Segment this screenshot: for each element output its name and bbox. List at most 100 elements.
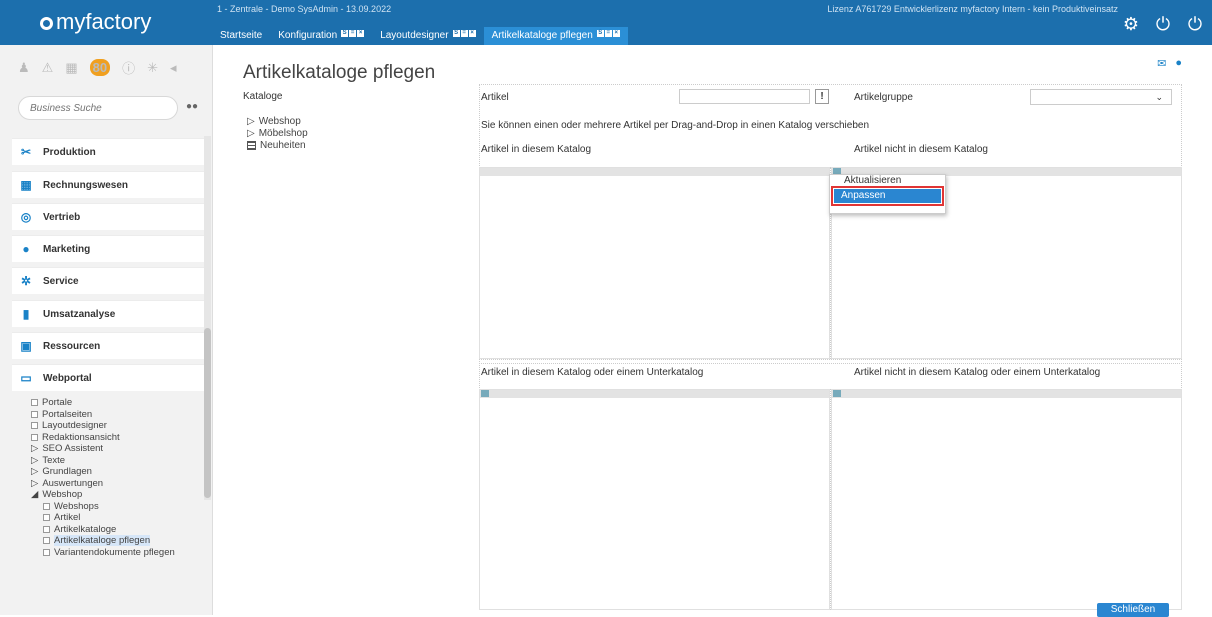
power-icon[interactable]: ⏻ xyxy=(1154,14,1172,35)
tab-controls[interactable]: S = × xyxy=(596,30,620,37)
expand-arrow-icon[interactable]: ▷ xyxy=(31,466,38,477)
tab-controls[interactable]: S = × xyxy=(452,30,476,37)
search-options-icon[interactable]: ●● xyxy=(186,101,198,112)
tab-close-icon[interactable]: × xyxy=(357,30,365,37)
calendar-icon[interactable]: ▦ xyxy=(65,60,77,76)
section-label: Rechnungswesen xyxy=(43,179,129,191)
grid-in-catalog[interactable] xyxy=(479,167,830,359)
sidebar-item-webportal[interactable]: ▭ Webportal xyxy=(12,364,204,391)
catalog-tree: ▷ Webshop ▷ Möbelshop Neuheiten xyxy=(247,115,308,151)
tab-close-icon[interactable]: × xyxy=(468,30,476,37)
logo-mark-icon xyxy=(40,17,53,30)
section-label: Umsatzanalyse xyxy=(43,308,116,320)
search-input[interactable] xyxy=(28,102,172,115)
document-icon xyxy=(43,525,50,533)
messages-icon[interactable]: 80 xyxy=(89,59,111,76)
mail-icon[interactable]: ✉ xyxy=(1157,57,1166,70)
tab-konfiguration[interactable]: Konfiguration S = × xyxy=(270,27,372,45)
tree-item-variantendokumente[interactable]: Variantendokumente pflegen xyxy=(31,547,206,559)
grid-settings-icon[interactable] xyxy=(833,390,841,397)
catalog-label: Möbelshop xyxy=(258,127,308,139)
sidebar-item-ressourcen[interactable]: ▣ Ressourcen xyxy=(12,332,204,359)
catalog-item-neuheiten[interactable]: Neuheiten xyxy=(247,139,308,151)
service-icon: ✲ xyxy=(20,274,32,288)
grid-settings-icon[interactable] xyxy=(481,390,489,397)
tree-label: SEO Assistent xyxy=(42,443,104,455)
tree-item-artikelkataloge-pflegen[interactable]: Artikelkataloge pflegen xyxy=(31,535,206,547)
artikel-lookup-button[interactable]: ! xyxy=(815,89,829,104)
grid-header xyxy=(480,390,829,398)
catalog-label: Neuheiten xyxy=(260,139,306,151)
tree-item-seo-assistent[interactable]: ▷ SEO Assistent xyxy=(31,443,206,455)
tree-item-webshop[interactable]: ◢ Webshop xyxy=(31,489,206,501)
logout-icon[interactable]: ⏻ xyxy=(1186,14,1204,35)
grid-divider xyxy=(830,389,831,610)
tree-label: Variantendokumente pflegen xyxy=(54,546,175,558)
catalog-item-webshop[interactable]: ▷ Webshop xyxy=(247,115,308,127)
grid-label-not-in-catalog: Artikel nicht in diesem Katalog xyxy=(854,144,988,155)
tree-label: Artikelkataloge xyxy=(54,523,117,535)
tree-item-portale[interactable]: Portale xyxy=(31,397,206,409)
grid-in-catalog-sub[interactable] xyxy=(479,389,830,610)
tab-startseite[interactable]: Startseite xyxy=(212,27,270,45)
tree-item-portalseiten[interactable]: Portalseiten xyxy=(31,409,206,421)
document-icon xyxy=(43,514,50,522)
tree-item-layoutdesigner[interactable]: Layoutdesigner xyxy=(31,420,206,432)
grid-not-in-catalog-sub[interactable] xyxy=(831,389,1182,610)
tab-layoutdesigner[interactable]: Layoutdesigner S = × xyxy=(372,27,483,45)
expand-arrow-icon[interactable]: ▷ xyxy=(31,443,38,454)
collapse-arrow-icon[interactable]: ◢ xyxy=(31,489,38,500)
expand-arrow-icon[interactable]: ▷ xyxy=(247,116,255,127)
tab-minimize-icon[interactable]: = xyxy=(349,30,357,37)
tab-refresh-icon[interactable]: S xyxy=(596,30,604,37)
document-icon xyxy=(31,410,38,418)
tab-refresh-icon[interactable]: S xyxy=(341,30,349,37)
tree-item-grundlagen[interactable]: ▷ Grundlagen xyxy=(31,466,206,478)
tree-item-auswertungen[interactable]: ▷ Auswertungen xyxy=(31,478,206,490)
catalog-book-icon xyxy=(247,140,256,150)
help-icon[interactable]: ● xyxy=(1175,57,1182,70)
marketing-icon: ● xyxy=(22,242,30,256)
gear-icon[interactable]: ⚙ xyxy=(1122,14,1140,35)
tree-label: Auswertungen xyxy=(42,477,104,489)
sales-icon: ◎ xyxy=(20,210,32,224)
expand-arrow-icon[interactable]: ▷ xyxy=(247,128,255,139)
menu-item-aktualisieren[interactable]: Aktualisieren xyxy=(844,175,901,186)
tab-minimize-icon[interactable]: = xyxy=(460,30,468,37)
collapse-icon[interactable]: ◂ xyxy=(170,60,177,76)
tab-controls[interactable]: S = × xyxy=(341,30,365,37)
section-label: Webportal xyxy=(43,372,92,384)
sidebar-item-umsatzanalyse[interactable]: ▮ Umsatzanalyse xyxy=(12,300,204,327)
section-label: Vertrieb xyxy=(43,211,81,223)
user-icon[interactable]: ♟ xyxy=(18,60,30,76)
tab-artikelkataloge-pflegen[interactable]: Artikelkataloge pflegen S = × xyxy=(483,27,628,45)
tab-minimize-icon[interactable]: = xyxy=(604,30,612,37)
star-icon[interactable]: ✳ xyxy=(147,60,158,76)
document-icon xyxy=(43,548,50,556)
production-icon: ✂ xyxy=(20,145,32,159)
sidebar-item-marketing[interactable]: ● Marketing xyxy=(12,235,204,262)
tab-label: Startseite xyxy=(220,30,263,41)
warning-icon[interactable]: ⚠ xyxy=(42,60,54,76)
section-divider[interactable] xyxy=(479,359,1182,364)
tab-refresh-icon[interactable]: S xyxy=(452,30,460,37)
sidebar-item-service[interactable]: ✲ Service xyxy=(12,267,204,294)
expand-arrow-icon[interactable]: ▷ xyxy=(31,455,38,466)
tree-item-artikel[interactable]: Artikel xyxy=(31,512,206,524)
sidebar-item-vertrieb[interactable]: ◎ Vertrieb xyxy=(12,203,204,230)
tree-item-webshops[interactable]: Webshops xyxy=(31,501,206,513)
catalog-item-moebelshop[interactable]: ▷ Möbelshop xyxy=(247,127,308,139)
tree-label: Webshop xyxy=(42,489,83,501)
sidebar-item-produktion[interactable]: ✂ Produktion xyxy=(12,138,204,165)
tree-item-texte[interactable]: ▷ Texte xyxy=(31,455,206,467)
sidebar-item-rechnungswesen[interactable]: ▦ Rechnungswesen xyxy=(12,171,204,198)
expand-arrow-icon[interactable]: ▷ xyxy=(31,478,38,489)
menu-item-anpassen[interactable]: Anpassen xyxy=(831,186,944,206)
artikel-input[interactable] xyxy=(679,89,810,104)
sidebar: ♟ ⚠ ▦ 80 ⓘ ✳ ◂ ●● ✂ Produktion ▦ Rechnungs… xyxy=(0,45,213,615)
tab-close-icon[interactable]: × xyxy=(612,30,620,37)
tree-item-redaktionsansicht[interactable]: Redaktionsansicht xyxy=(31,432,206,444)
info-icon[interactable]: ⓘ xyxy=(122,58,135,77)
tree-item-artikelkataloge[interactable]: Artikelkataloge xyxy=(31,524,206,536)
artikelgruppe-select[interactable]: ⌄ xyxy=(1030,89,1172,105)
